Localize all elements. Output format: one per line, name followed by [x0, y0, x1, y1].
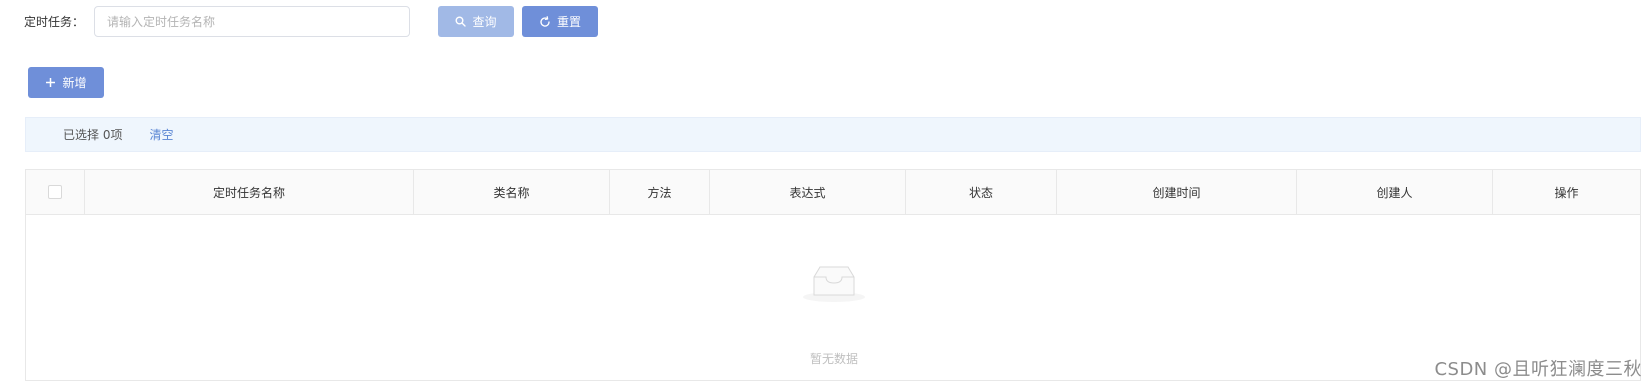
watermark: CSDN @且听狂澜度三秋	[1434, 359, 1642, 380]
empty-inbox-icon	[802, 261, 866, 306]
task-table: 定时任务名称 类名称 方法 表达式 状态 创建时间 创建人 操作 暂无数据	[25, 169, 1641, 381]
select-all-checkbox[interactable]	[48, 185, 62, 199]
add-button-label: 新增	[62, 76, 87, 90]
add-button[interactable]: 新增	[28, 67, 104, 98]
table-header: 定时任务名称 类名称 方法 表达式 状态 创建时间 创建人 操作	[26, 170, 1640, 215]
column-header-class-name[interactable]: 类名称	[414, 170, 610, 214]
plus-icon	[45, 77, 56, 88]
search-label: 定时任务：	[24, 15, 85, 29]
column-header-created-time[interactable]: 创建时间	[1057, 170, 1297, 214]
task-name-search-input[interactable]	[94, 6, 410, 37]
clear-selection-link[interactable]: 清空	[149, 126, 173, 143]
reset-button-label: 重置	[556, 15, 581, 29]
select-all-cell	[26, 170, 85, 214]
selection-count: 已选择 0项	[63, 128, 123, 142]
selection-info-bar: 已选择 0项 清空	[25, 117, 1641, 152]
column-header-method[interactable]: 方法	[610, 170, 710, 214]
column-header-actions: 操作	[1554, 185, 1579, 200]
reset-button[interactable]: 重置	[522, 6, 598, 37]
query-button-label: 查询	[472, 15, 497, 29]
task-page: 定时任务： 查询 重置 新增 已选择 0项 清空 定时任务名称 类名称 方法 表…	[0, 0, 1648, 383]
search-icon	[455, 16, 467, 27]
refresh-icon	[539, 15, 551, 28]
empty-text: 暂无数据	[809, 352, 858, 366]
table-empty-state: 暂无数据	[26, 214, 1640, 380]
column-header-expression[interactable]: 表达式	[710, 170, 906, 214]
column-header-status[interactable]: 状态	[906, 170, 1057, 214]
query-button[interactable]: 查询	[438, 6, 514, 37]
column-header-creator[interactable]: 创建人	[1297, 170, 1493, 214]
column-header-task-name[interactable]: 定时任务名称	[85, 170, 414, 214]
